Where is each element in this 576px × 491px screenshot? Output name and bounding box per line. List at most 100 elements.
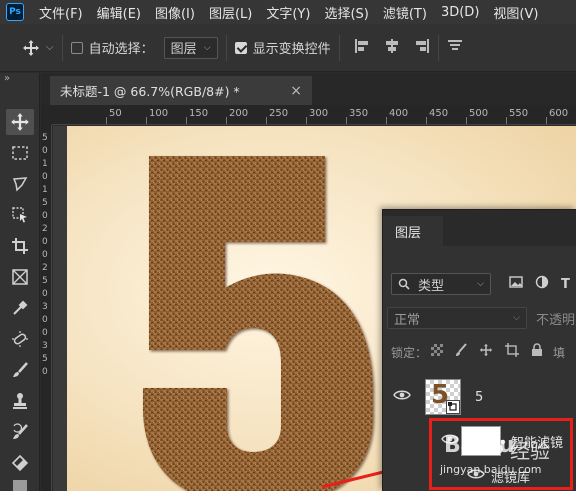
collapse-panel-icon[interactable]: »: [4, 73, 10, 84]
type-filter-icon[interactable]: T: [561, 277, 570, 292]
align-center-icon[interactable]: [384, 38, 400, 58]
ruler-label: 0: [42, 211, 48, 221]
horizontal-ruler: 50 100 150 200 250 300 350 400 450 500 550 600: [52, 105, 576, 125]
ruler-label: 500: [469, 108, 489, 119]
ruler-label: 300: [309, 108, 329, 119]
divider: [437, 34, 439, 61]
brush-icon: [13, 362, 28, 377]
ruler-tick: [106, 117, 107, 124]
ruler-label: 5: [42, 354, 48, 364]
object-select-tool[interactable]: [6, 202, 34, 228]
filter-kind-dropdown[interactable]: 类型 ⌵: [391, 273, 491, 295]
menu-layer[interactable]: 图层(L): [202, 3, 259, 22]
brush-tool[interactable]: [6, 357, 34, 383]
history-brush-icon: [13, 423, 28, 439]
close-icon[interactable]: ×: [290, 83, 302, 99]
ruler-tick: [226, 117, 227, 124]
move-tool[interactable]: [6, 109, 34, 135]
chevron-down-icon: ⌵: [513, 313, 520, 323]
layers-panel-header: 图层: [383, 210, 576, 246]
divider: [61, 34, 63, 61]
lock-all-icon[interactable]: [531, 343, 543, 361]
marquee-tool[interactable]: [6, 140, 34, 166]
ruler-label: 3: [42, 302, 48, 312]
photoshop-logo: Ps: [6, 3, 24, 21]
image-filter-icon[interactable]: [509, 276, 523, 292]
tab-layers[interactable]: 图层: [383, 216, 443, 246]
layer-row[interactable]: 5 5: [383, 373, 576, 421]
lock-position-icon[interactable]: [479, 343, 493, 361]
history-brush-tool[interactable]: [6, 419, 34, 445]
auto-select-checkbox[interactable]: [70, 41, 83, 54]
fill-label: 填: [553, 345, 566, 360]
ruler-label: 0: [42, 172, 48, 182]
ruler-tick: [306, 117, 307, 124]
menu-image[interactable]: 图像(I): [148, 3, 202, 22]
frame-tool[interactable]: [6, 264, 34, 290]
object-select-icon: [12, 207, 27, 223]
eye-icon[interactable]: [393, 389, 411, 405]
layer-thumbnail: 5: [425, 379, 461, 415]
ruler-tick: [186, 117, 187, 124]
auto-select-target-value: 图层: [170, 42, 197, 57]
eraser-tool[interactable]: [6, 450, 34, 476]
eyedropper-tool[interactable]: [6, 295, 34, 321]
ruler-label: 5: [42, 133, 48, 143]
tools-panel: »: [0, 73, 40, 491]
options-bar: ⌵ 自动选择： 图层 ⌵ 显示变换控件: [0, 24, 576, 72]
ruler-label: 1: [42, 185, 48, 195]
ruler-label: 250: [269, 108, 289, 119]
menu-select[interactable]: 选择(S): [317, 3, 375, 22]
menu-file[interactable]: 文件(F): [32, 3, 90, 22]
lasso-icon: [12, 177, 28, 192]
adjustment-filter-icon[interactable]: [535, 275, 549, 293]
ruler-label: 150: [189, 108, 209, 119]
ruler-tick: [466, 117, 467, 124]
ruler-label: 450: [429, 108, 449, 119]
ruler-label: 1: [42, 159, 48, 169]
ruler-label: 0: [42, 315, 48, 325]
menu-edit[interactable]: 编辑(E): [90, 3, 148, 22]
move-tool-icon[interactable]: [22, 39, 40, 57]
ruler-tick: [266, 117, 267, 124]
ruler-tick: [386, 117, 387, 124]
menu-type[interactable]: 文字(Y): [259, 3, 317, 22]
ruler-label: 3: [42, 341, 48, 351]
show-transform-checkbox[interactable]: [234, 41, 247, 54]
ruler-label: 100: [149, 108, 169, 119]
lock-pixels-icon[interactable]: [455, 343, 467, 361]
menu-3d[interactable]: 3D(D): [434, 5, 486, 20]
auto-select-target-dropdown[interactable]: 图层 ⌵: [163, 36, 218, 59]
blend-mode-value: 正常: [394, 312, 421, 328]
menu-view[interactable]: 视图(V): [486, 3, 545, 22]
menu-filter[interactable]: 滤镜(T): [376, 3, 434, 22]
ruler-label: 2: [42, 263, 48, 273]
ruler-tick: [506, 117, 507, 124]
clone-stamp-tool[interactable]: [6, 388, 34, 414]
lock-transparent-icon[interactable]: [431, 344, 444, 360]
gradient-tool[interactable]: [6, 477, 34, 491]
chevron-down-icon[interactable]: ⌵: [46, 42, 54, 53]
align-left-icon[interactable]: [354, 38, 370, 58]
ruler-tick: [546, 117, 547, 124]
ruler-label: 50: [109, 108, 122, 119]
blend-mode-dropdown[interactable]: 正常 ⌵: [387, 307, 527, 329]
crop-tool[interactable]: [6, 233, 34, 259]
lock-artboard-icon[interactable]: [505, 343, 520, 361]
menu-bar: Ps 文件(F) 编辑(E) 图像(I) 图层(L) 文字(Y) 选择(S) 滤…: [0, 0, 576, 24]
ruler-tick: [346, 117, 347, 124]
ruler-label: 200: [229, 108, 249, 119]
ruler-label: 0: [42, 250, 48, 260]
align-top-icon[interactable]: [447, 38, 463, 58]
crop-icon: [12, 238, 28, 254]
lasso-tool[interactable]: [6, 171, 34, 197]
ruler-label: 350: [349, 108, 369, 119]
document-tab[interactable]: 未标题-1 @ 66.7%(RGB/8#) * ×: [50, 76, 312, 105]
healing-brush-tool[interactable]: [6, 326, 34, 352]
ruler-label: 0: [42, 367, 48, 377]
vertical-ruler: 5 0 1 0 1 5 0 2 0 0 2 5 0 3 0 0 3 5 0: [41, 105, 52, 491]
document-tab-bar: 未标题-1 @ 66.7%(RGB/8#) * ×: [41, 73, 576, 105]
align-right-icon[interactable]: [414, 38, 430, 58]
frame-icon: [12, 269, 28, 285]
chevron-down-icon: ⌵: [203, 42, 211, 53]
